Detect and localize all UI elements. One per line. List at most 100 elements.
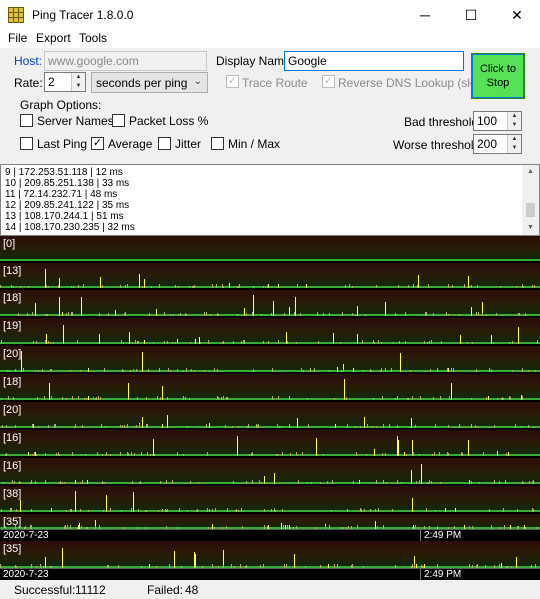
bad-threshold-stepper[interactable]: 100 ▲ ▼: [473, 111, 522, 131]
ping-jitter: [190, 342, 191, 344]
menu-file[interactable]: File: [8, 31, 27, 45]
worse-threshold-arrows[interactable]: ▲ ▼: [507, 135, 521, 153]
graph-row[interactable]: [13]: [0, 263, 540, 288]
ping-jitter: [70, 370, 71, 372]
graph-row[interactable]: [35]: [0, 541, 540, 568]
ping-jitter: [307, 482, 308, 484]
menu-export[interactable]: Export: [36, 31, 71, 45]
ping-jitter: [385, 368, 386, 372]
ping-jitter: [37, 397, 38, 400]
ping-jitter: [506, 453, 507, 456]
menu-tools[interactable]: Tools: [79, 31, 107, 45]
rate-stepper-arrows[interactable]: ▲ ▼: [71, 73, 85, 91]
rate-stepper[interactable]: 2 ▲ ▼: [44, 72, 86, 92]
bad-threshold-arrows[interactable]: ▲ ▼: [507, 112, 521, 130]
host-input[interactable]: www.google.com: [44, 51, 207, 71]
log-line: 14 | 108.170.230.235 | 32 ms: [5, 222, 135, 233]
trace-route-checkbox[interactable]: ✓: [226, 75, 239, 88]
average-checkbox[interactable]: ✓: [91, 137, 104, 150]
ping-spike: [75, 491, 76, 512]
graph-row[interactable]: [18]: [0, 374, 540, 400]
server-names-checkbox[interactable]: [20, 114, 33, 127]
worse-threshold-stepper[interactable]: 200 ▲ ▼: [473, 134, 522, 154]
graph-row[interactable]: [20]: [0, 346, 540, 372]
ping-spike: [162, 424, 163, 428]
ping-jitter: [397, 425, 398, 428]
ping-spike: [59, 297, 60, 316]
ping-jitter: [253, 286, 254, 288]
ping-jitter: [241, 341, 242, 344]
scroll-up-icon[interactable]: ▲: [522, 165, 539, 179]
close-button[interactable]: ✕: [494, 0, 540, 30]
jitter-checkbox[interactable]: [158, 137, 171, 150]
ping-spike: [28, 452, 29, 456]
reverse-dns-label: Reverse DNS Lookup (slow): [338, 76, 490, 90]
ping-spike: [404, 452, 405, 456]
display-name-input[interactable]: Google: [284, 51, 464, 71]
graph-row[interactable]: [20]: [0, 402, 540, 428]
ping-jitter: [139, 424, 140, 428]
ping-jitter: [503, 398, 504, 400]
bad-threshold-label: Bad threshold:: [404, 115, 482, 129]
trace-route-label: Trace Route: [242, 76, 308, 90]
ping-jitter: [212, 284, 213, 288]
ping-jitter: [189, 398, 190, 400]
ping-jitter: [146, 510, 147, 512]
ping-jitter: [6, 453, 7, 456]
ping-spike: [115, 310, 116, 316]
graph-row[interactable]: [18]: [0, 290, 540, 316]
ping-spike: [353, 368, 354, 372]
last-ping-checkbox[interactable]: [20, 137, 33, 150]
ping-jitter: [215, 508, 216, 512]
graph-baseline: [0, 510, 540, 512]
ping-spike: [264, 476, 265, 484]
ping-jitter: [30, 482, 31, 484]
ping-spike: [20, 500, 21, 512]
ping-spike: [411, 418, 412, 428]
ping-jitter: [127, 424, 128, 428]
ping-jitter: [489, 368, 490, 372]
options-panel: Host: www.google.com Display Name: Googl…: [0, 48, 540, 164]
ping-jitter: [302, 452, 303, 456]
reverse-dns-checkbox[interactable]: ✓: [322, 75, 335, 88]
ping-jitter: [38, 426, 39, 428]
packet-loss-checkbox[interactable]: [112, 114, 125, 127]
ping-jitter: [187, 426, 188, 428]
ping-jitter: [277, 454, 278, 456]
ping-jitter: [225, 425, 226, 428]
graph-row[interactable]: [19]: [0, 318, 540, 344]
ping-jitter: [525, 313, 526, 316]
ping-jitter: [489, 509, 490, 512]
ping-jitter: [452, 285, 453, 288]
ping-jitter: [521, 426, 522, 428]
ping-jitter: [72, 312, 73, 316]
scroll-down-icon[interactable]: ▼: [522, 221, 539, 235]
ping-jitter: [32, 454, 33, 456]
ping-jitter: [51, 369, 52, 372]
ping-jitter: [46, 285, 47, 288]
rate-unit-select[interactable]: seconds per ping ⌄: [91, 72, 208, 93]
minmax-checkbox[interactable]: [211, 137, 224, 150]
stop-button[interactable]: Click to Stop: [471, 53, 525, 99]
trace-log[interactable]: 9 | 172.253.51.118 | 12 ms 10 | 209.85.2…: [0, 164, 540, 236]
ping-jitter: [179, 508, 180, 512]
graph-row[interactable]: [16]: [0, 430, 540, 456]
ping-jitter: [264, 509, 265, 512]
log-scrollbar[interactable]: ▲ ▼: [522, 165, 539, 235]
graph-row[interactable]: [38]: [0, 486, 540, 512]
minimize-button[interactable]: ─: [402, 0, 448, 30]
ping-jitter: [78, 396, 79, 400]
ping-jitter: [429, 480, 430, 484]
scroll-thumb[interactable]: [526, 203, 535, 217]
graph-row[interactable]: [16]: [0, 458, 540, 484]
ping-jitter: [141, 452, 142, 456]
ping-jitter: [142, 286, 143, 288]
ping-jitter: [413, 452, 414, 456]
graph-row[interactable]: [35]: [0, 514, 540, 529]
ping-jitter: [68, 312, 69, 316]
graph-row[interactable]: [0]: [0, 236, 540, 261]
ping-jitter: [1, 398, 2, 400]
ping-jitter: [106, 452, 107, 456]
maximize-button[interactable]: ☐: [448, 0, 494, 30]
ping-jitter: [80, 370, 81, 372]
